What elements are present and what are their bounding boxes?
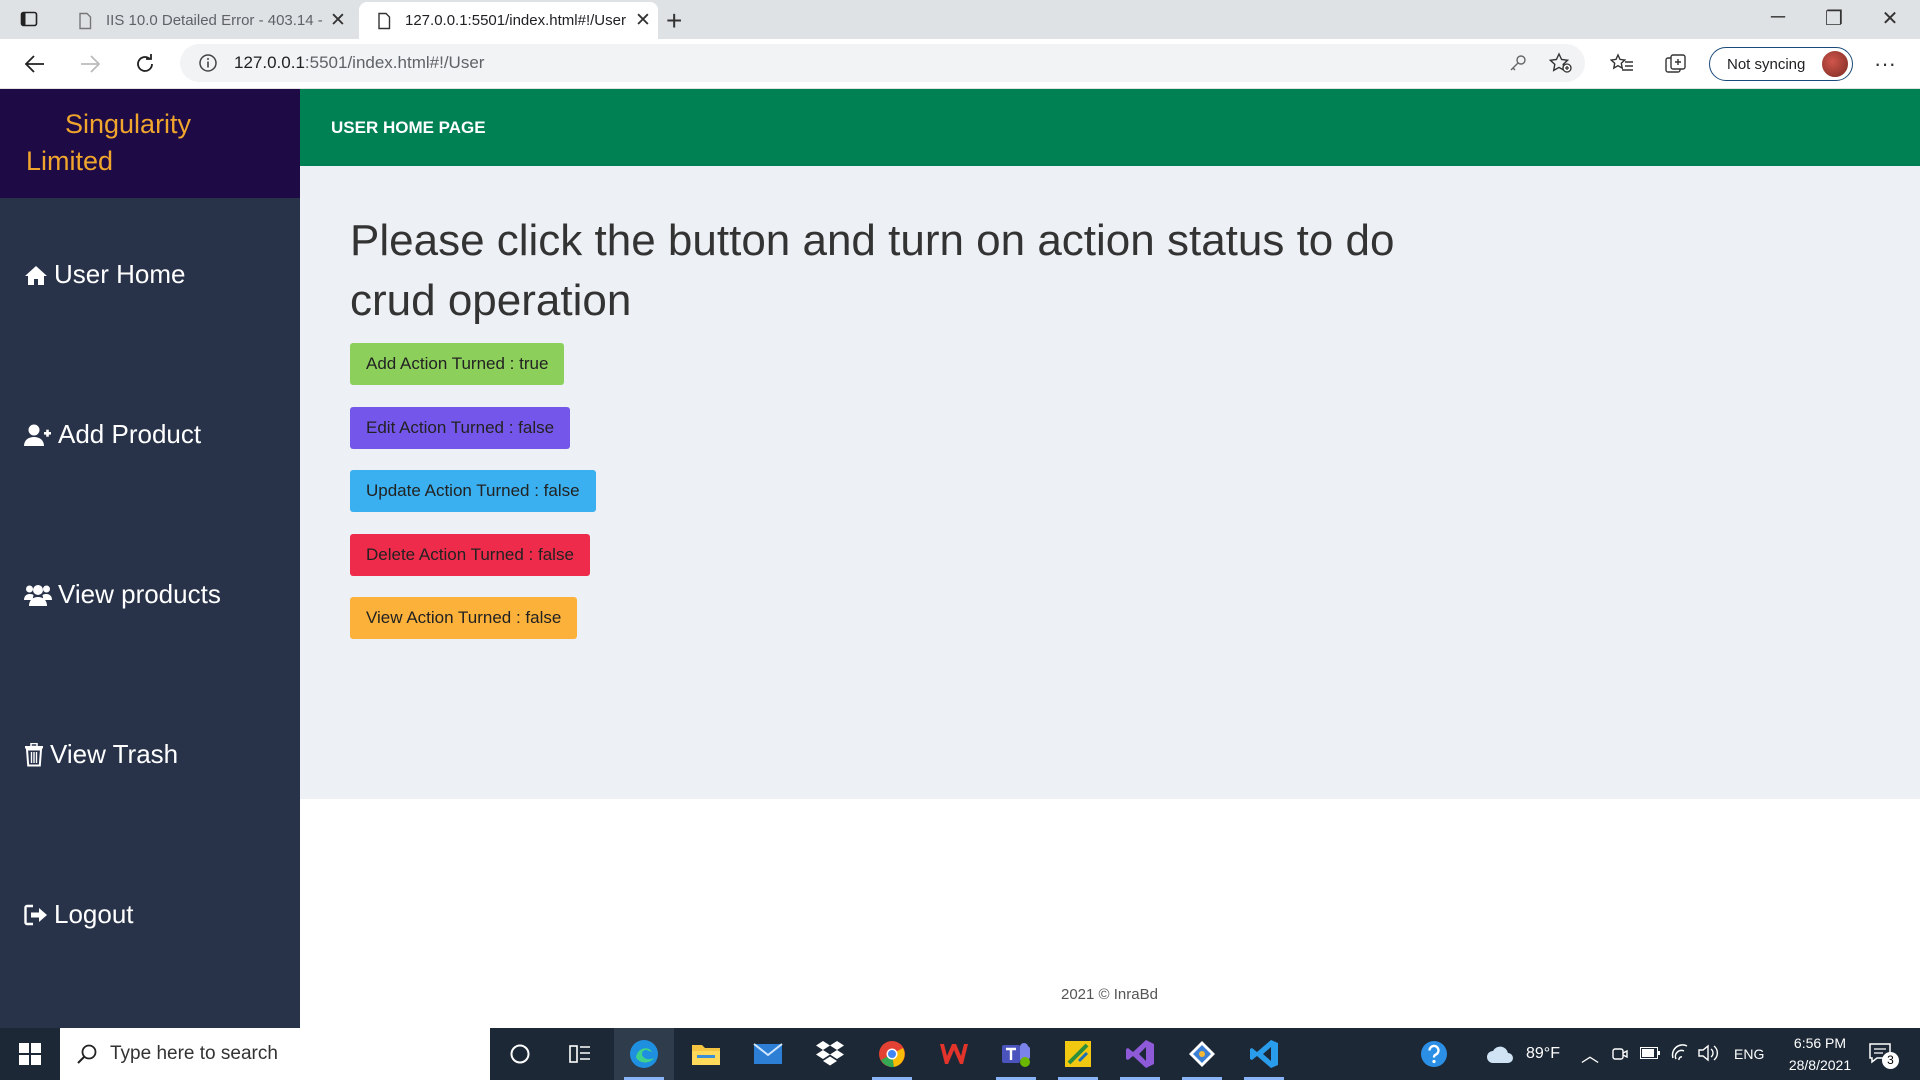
taskbar-clock[interactable]: 6:56 PM 28/8/2021 [1770,1032,1870,1076]
edit-action-toggle-button[interactable]: Edit Action Turned : false [350,407,571,449]
add-favorite-icon[interactable] [1549,52,1573,74]
brand-line-1: Singularity [65,109,192,139]
password-key-icon[interactable] [1509,54,1527,72]
page-title: USER HOME PAGE [331,118,486,137]
vscode-icon[interactable] [1234,1028,1294,1080]
tab-title: IIS 10.0 Detailed Error - 403.14 - [106,12,323,29]
notification-count-badge: 3 [1882,1052,1899,1069]
weather-cloud-icon[interactable] [1485,1043,1515,1065]
chrome-icon[interactable] [862,1028,922,1080]
task-view-icon[interactable] [550,1028,610,1080]
favorites-icon[interactable] [1609,51,1635,77]
profile-avatar [1821,50,1849,78]
wps-office-icon[interactable] [924,1028,984,1080]
weather-temperature[interactable]: 89°F [1526,1045,1560,1063]
sidebar-item-label: User Home [54,259,186,289]
meet-now-icon[interactable] [1612,1045,1628,1063]
restore-icon[interactable]: ❐ [1806,6,1862,31]
address-bar[interactable]: 127.0.0.1:5501/index.html#!/User [180,44,1585,82]
taskbar-search-box[interactable]: Type here to search [60,1028,490,1080]
git-client-icon[interactable] [1172,1028,1232,1080]
file-explorer-icon[interactable] [676,1028,736,1080]
user-plus-icon [24,424,51,446]
sidebar-item-user-home[interactable]: User Home [24,259,185,290]
sidebar-item-label: View Trash [50,739,179,769]
cortana-icon[interactable] [490,1028,550,1080]
view-action-toggle-button[interactable]: View Action Turned : false [350,597,578,639]
brand-logo[interactable]: Singularity Limited [0,89,300,198]
sidebar-item-view-trash[interactable]: View Trash [24,739,178,770]
sidebar-item-label: Logout [54,899,134,929]
page-header: USER HOME PAGE [300,89,1920,166]
volume-icon[interactable] [1697,1044,1719,1062]
teams-icon[interactable] [986,1028,1046,1080]
sidebar-item-label: Add Product [58,419,202,449]
sidebar-item-logout[interactable]: Logout [24,899,134,930]
update-action-toggle-button[interactable]: Update Action Turned : false [350,470,596,512]
tab-title: 127.0.0.1:5501/index.html#!/User [405,12,626,29]
users-icon [24,584,52,606]
close-tab-icon[interactable]: ✕ [628,9,658,32]
windows-taskbar: Type here to search 89°F ︿ ENG 6:56 PM 2… [0,1028,1920,1080]
back-icon[interactable] [22,51,48,77]
site-info-icon[interactable] [198,53,218,73]
browser-toolbar: 127.0.0.1:5501/index.html#!/User Not syn… [0,39,1920,89]
trash-icon [25,742,43,766]
sidebar-item-add-product[interactable]: Add Product [24,419,201,450]
sidebar-item-label: View products [58,579,221,609]
mail-icon[interactable] [738,1028,798,1080]
clock-time: 6:56 PM [1793,1035,1847,1051]
url-path: :5501/index.html#!/User [304,53,485,72]
url-text: 127.0.0.1:5501/index.html#!/User [234,53,484,73]
main-content: Please click the button and turn on acti… [300,166,1920,799]
notifications-button[interactable]: 3 [1868,1042,1899,1069]
sync-status-label: Not syncing [1727,55,1806,73]
web-page: Singularity Limited User Home Add Produc… [0,89,1920,1028]
browser-tab-user[interactable]: 127.0.0.1:5501/index.html#!/User ✕ [359,2,658,39]
more-menu-icon[interactable]: ··· [1872,51,1898,77]
dropbox-icon[interactable] [800,1028,860,1080]
visual-studio-icon[interactable] [1110,1028,1170,1080]
start-button[interactable] [0,1028,60,1080]
page-footer: 2021 © InraBd [1061,986,1158,1003]
close-window-icon[interactable]: ✕ [1862,6,1918,31]
search-placeholder: Type here to search [110,1043,278,1064]
dev-tool-icon[interactable] [1048,1028,1108,1080]
tab-actions-icon[interactable] [20,10,38,28]
edge-taskbar-icon[interactable] [614,1028,674,1080]
browser-tab-iis-error[interactable]: IIS 10.0 Detailed Error - 403.14 - ✕ [60,2,353,39]
clock-date: 28/8/2021 [1788,1057,1852,1073]
minimize-icon[interactable]: ─ [1750,6,1806,29]
add-action-toggle-button[interactable]: Add Action Turned : true [350,343,565,385]
wifi-icon[interactable] [1671,1044,1691,1062]
battery-icon[interactable] [1640,1047,1660,1059]
collections-icon[interactable] [1663,51,1689,77]
browser-tab-strip: IIS 10.0 Detailed Error - 403.14 - ✕ 127… [0,0,1920,39]
url-host: 127.0.0.1 [234,53,305,72]
delete-action-toggle-button[interactable]: Delete Action Turned : false [350,534,590,576]
page-icon [79,12,92,29]
input-language[interactable]: ENG [1734,1046,1764,1062]
new-tab-icon[interactable]: + [666,5,682,37]
forward-icon[interactable] [77,51,103,77]
home-icon [25,265,47,285]
chevron-up-icon[interactable]: ︿ [1581,1042,1599,1068]
brand-line-2: Limited [26,146,114,176]
sidebar-item-view-products[interactable]: View products [24,579,221,610]
page-icon [378,12,391,29]
instruction-heading: Please click the button and turn on acti… [350,216,1395,325]
sign-out-icon [24,904,47,925]
help-icon[interactable] [1404,1028,1464,1080]
refresh-icon[interactable] [132,51,158,77]
profile-sync-button[interactable]: Not syncing [1709,47,1853,81]
sidebar: Singularity Limited User Home Add Produc… [0,89,300,1028]
windows-logo-icon [19,1043,41,1065]
search-icon [77,1044,97,1064]
close-tab-icon[interactable]: ✕ [323,9,353,32]
